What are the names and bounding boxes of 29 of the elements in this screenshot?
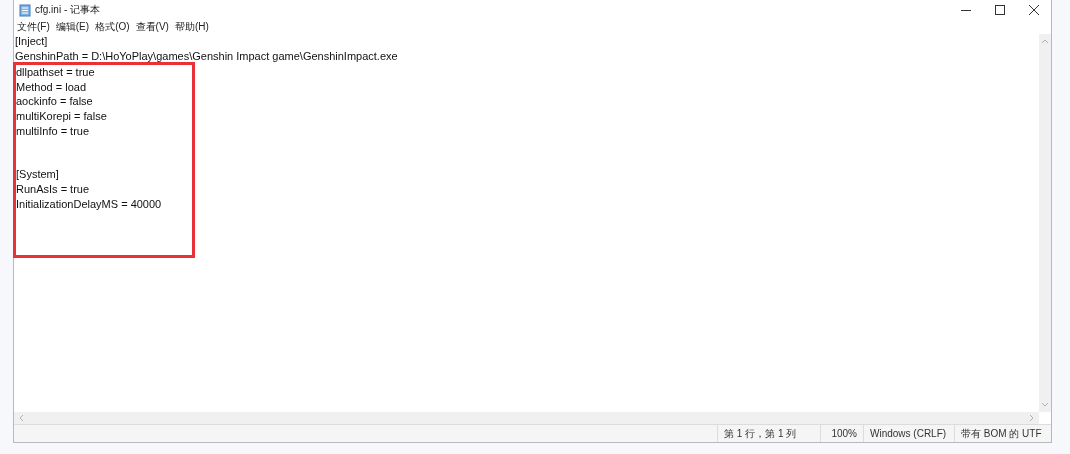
text-line: aockinfo = false [16, 95, 93, 108]
text-line: InitializationDelayMS = 40000 [16, 197, 162, 210]
menu-item[interactable]: 格式(O) [95, 20, 130, 34]
scroll-up-icon[interactable] [1041, 38, 1049, 44]
window-title: cfg.ini - 记事本 [35, 3, 100, 17]
text-line: [Inject] [15, 35, 48, 47]
notepad-icon [19, 3, 31, 17]
scroll-right-icon[interactable] [1029, 414, 1035, 422]
close-icon [1029, 5, 1039, 15]
text-line: Method = load [16, 80, 87, 93]
text-line: [System] [16, 168, 59, 181]
line-ending: Windows (CRLF) [863, 425, 954, 442]
maximize-icon [995, 5, 1005, 15]
text-line: RunAsIs = true [16, 182, 90, 195]
zoom-level: 100% [820, 425, 863, 442]
scroll-down-icon[interactable] [1041, 402, 1049, 408]
encoding: 带有 BOM 的 UTF [954, 425, 1051, 442]
text-line: dllpathset = true [16, 66, 95, 79]
menu-item[interactable]: 帮助(H) [174, 20, 209, 34]
vertical-scrollbar[interactable] [1039, 34, 1051, 412]
scroll-left-icon[interactable] [18, 414, 24, 422]
cursor-position: 第 1 行，第 1 列 [717, 425, 820, 442]
menu-item[interactable]: 查看(V) [135, 20, 169, 34]
menu-item[interactable]: 文件(F) [17, 20, 50, 34]
text-line: GenshinPath = D:\HoYoPlay\games\Genshin Impact game\GenshinImpact.exe [15, 49, 398, 62]
text-line: multiInfo = true [16, 124, 90, 137]
menu-item[interactable]: 编辑(E) [55, 20, 90, 34]
text-line: multiKorepi = false [16, 109, 107, 122]
horizontal-scrollbar[interactable] [14, 412, 1039, 424]
